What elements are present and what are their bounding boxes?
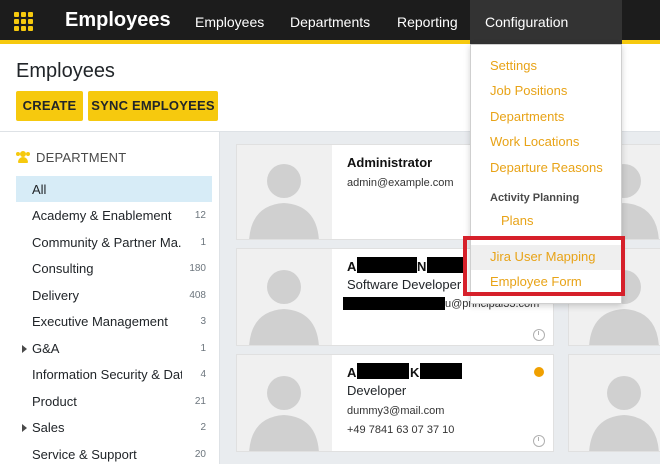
clock-icon <box>533 329 545 341</box>
top-navbar: Employees Employees Departments Reportin… <box>0 0 660 44</box>
avatar-placeholder-icon <box>237 355 332 451</box>
employee-card[interactable] <box>568 354 660 452</box>
menu-section-activity-planning: Activity Planning <box>490 192 580 204</box>
sidebar-item-count: 1 <box>200 343 206 354</box>
department-header: DEPARTMENT <box>16 150 126 165</box>
sidebar-item-consulting[interactable]: Consulting 180 <box>16 255 212 281</box>
menu-item-job-positions[interactable]: Job Positions <box>490 83 567 98</box>
people-icon <box>16 151 30 163</box>
sidebar-item-count: 408 <box>189 290 206 301</box>
department-header-label: DEPARTMENT <box>36 150 127 165</box>
sidebar-item-academy[interactable]: Academy & Enablement 12 <box>16 202 212 228</box>
redaction-bar <box>343 297 445 310</box>
nav-employees[interactable]: Employees <box>195 14 264 30</box>
sidebar-item-label: Sales <box>32 420 65 435</box>
avatar-placeholder-icon <box>237 249 332 345</box>
employee-email: admin@example.com <box>347 177 454 189</box>
menu-item-work-locations[interactable]: Work Locations <box>490 134 579 149</box>
avatar-placeholder-icon <box>237 145 332 239</box>
sidebar-item-count: 12 <box>194 210 206 221</box>
redaction-bar <box>357 257 417 273</box>
sidebar-item-count: 3 <box>200 316 206 327</box>
page-title: Employees <box>16 60 115 82</box>
sidebar-item-label: Consulting <box>32 261 94 276</box>
employee-name-mid: N <box>417 259 427 274</box>
expand-caret-icon[interactable] <box>22 345 27 353</box>
sidebar-item-label: All <box>32 182 47 197</box>
department-sidebar: DEPARTMENT All Academy & Enablement 12 C… <box>0 132 220 464</box>
create-button[interactable]: CREATE <box>16 91 83 121</box>
employee-phone: +49 7841 63 07 37 10 <box>347 424 455 436</box>
sidebar-item-executive[interactable]: Executive Management 3 <box>16 308 212 334</box>
apps-grid-icon[interactable] <box>14 12 34 32</box>
avatar-placeholder-icon <box>569 355 660 451</box>
sidebar-item-all[interactable]: All <box>16 176 212 202</box>
app-brand[interactable]: Employees <box>65 9 171 32</box>
menu-item-settings[interactable]: Settings <box>490 58 537 73</box>
sidebar-item-community[interactable]: Community & Partner Ma... 1 <box>16 229 212 255</box>
sidebar-item-label: G&A <box>32 341 60 356</box>
sidebar-item-label: Information Security & Dat... <box>32 367 182 382</box>
nav-configuration[interactable]: Configuration <box>485 14 568 30</box>
sidebar-item-count: 21 <box>194 396 206 407</box>
employee-name-prefix: A <box>347 259 357 274</box>
sidebar-item-sales[interactable]: Sales 2 <box>16 414 212 440</box>
employee-job-title: Software Developer <box>347 277 462 292</box>
sidebar-item-product[interactable]: Product 21 <box>16 388 212 414</box>
sidebar-item-count: 2 <box>200 422 206 433</box>
sidebar-item-ga[interactable]: G&A 1 <box>16 335 212 361</box>
menu-item-departments[interactable]: Departments <box>490 109 564 124</box>
redaction-bar <box>357 363 409 379</box>
nav-departments[interactable]: Departments <box>290 14 370 30</box>
redaction-bar <box>420 363 462 379</box>
employee-name: Administrator <box>347 155 433 170</box>
sidebar-item-count: 1 <box>200 237 206 248</box>
employee-name-mid: K <box>410 365 420 380</box>
status-dot-icon <box>534 367 544 377</box>
employee-name-prefix: A <box>347 365 357 380</box>
sync-employees-button[interactable]: SYNC EMPLOYEES <box>88 91 218 121</box>
sidebar-item-label: Service & Support <box>32 447 137 462</box>
redaction-bar <box>427 257 465 273</box>
employee-job-title: Developer <box>347 383 407 398</box>
sidebar-item-service[interactable]: Service & Support 20 <box>16 441 212 464</box>
menu-item-plans[interactable]: Plans <box>501 213 534 228</box>
sidebar-item-delivery[interactable]: Delivery 408 <box>16 282 212 308</box>
sidebar-item-infosec[interactable]: Information Security & Dat... 4 <box>16 361 212 387</box>
sidebar-item-label: Product <box>32 394 77 409</box>
expand-caret-icon[interactable] <box>22 424 27 432</box>
sidebar-item-label: Delivery <box>32 288 79 303</box>
sidebar-item-label: Executive Management <box>32 314 168 329</box>
sidebar-item-count: 20 <box>194 449 206 460</box>
employee-email: dummy3@mail.com <box>347 405 445 417</box>
sidebar-item-label: Academy & Enablement <box>32 208 172 223</box>
clock-icon <box>533 435 545 447</box>
sidebar-item-label: Community & Partner Ma... <box>32 235 182 250</box>
nav-reporting[interactable]: Reporting <box>397 14 458 30</box>
menu-item-departure-reasons[interactable]: Departure Reasons <box>490 160 603 175</box>
sidebar-item-count: 180 <box>189 263 206 274</box>
sidebar-item-count: 4 <box>200 369 206 380</box>
annotation-highlight-box <box>463 236 625 296</box>
employee-card[interactable]: A K Developer dummy3@mail.com +49 7841 6… <box>236 354 554 452</box>
